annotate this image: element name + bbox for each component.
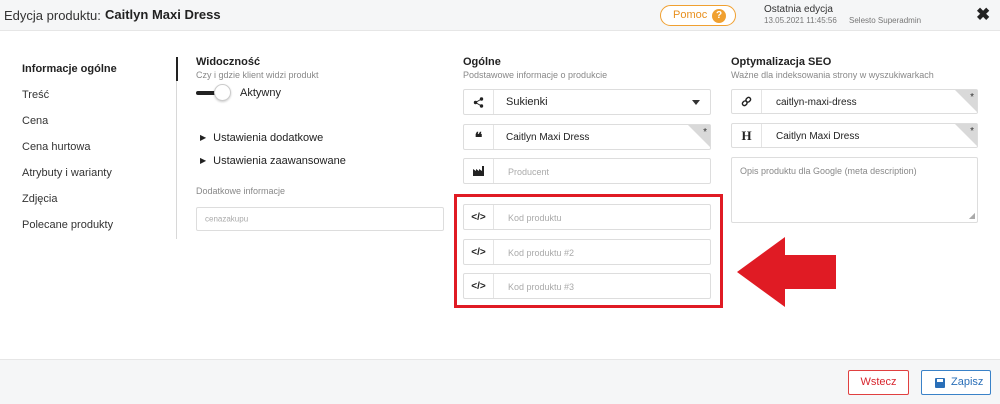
save-label: Zapisz — [951, 376, 984, 388]
product-name-field[interactable]: ❝ Caitlyn Maxi Dress * — [463, 124, 711, 150]
additional-settings-label: Ustawienia dodatkowe — [213, 132, 324, 144]
required-mark: * — [970, 126, 974, 137]
sidebar-item-general[interactable]: Informacje ogólne — [22, 63, 117, 75]
category-value: Sukienki — [506, 96, 548, 108]
caret-right-icon: ▶ — [200, 156, 207, 165]
sidebar-active-marker — [176, 57, 178, 81]
required-mark: * — [970, 92, 974, 103]
sidebar-item-attributes[interactable]: Atrybuty i warianty — [22, 167, 112, 179]
required-mark: * — [703, 127, 707, 138]
active-toggle-knob[interactable] — [214, 84, 231, 101]
product-title: Caitlyn Maxi Dress — [105, 7, 221, 22]
factory-icon — [464, 159, 494, 183]
save-button[interactable]: Zapisz — [921, 370, 991, 395]
caret-right-icon: ▶ — [200, 133, 207, 142]
quote-icon: ❝ — [464, 125, 494, 149]
sidebar-divider — [176, 57, 177, 239]
seo-slug-field[interactable]: caitlyn-maxi-dress * — [731, 89, 978, 114]
extra-info-input[interactable]: cenazakupu — [196, 207, 444, 231]
floppy-disk-icon — [935, 378, 945, 388]
heading-icon: H — [732, 124, 762, 147]
help-label: Pomoc — [673, 9, 708, 21]
advanced-settings-label: Ustawienia zaawansowane — [213, 155, 346, 167]
seo-heading-field[interactable]: H Caitlyn Maxi Dress * — [731, 123, 978, 148]
seo-slug-value: caitlyn-maxi-dress — [776, 97, 857, 108]
product-name-value: Caitlyn Maxi Dress — [506, 132, 590, 143]
producer-field[interactable]: Producent — [463, 158, 711, 184]
sidebar-item-wholesale-price[interactable]: Cena hurtowa — [22, 141, 91, 153]
back-button[interactable]: Wstecz — [848, 370, 909, 395]
extra-info-placeholder: cenazakupu — [205, 214, 249, 224]
visibility-subtitle: Czy i gdzie klient widzi produkt — [196, 70, 319, 80]
link-icon — [732, 90, 762, 113]
meta-description-textarea[interactable]: Opis produktu dla Google (meta descripti… — [731, 157, 978, 223]
chevron-down-icon — [692, 100, 700, 105]
share-icon — [464, 90, 494, 114]
close-icon[interactable]: ✖ — [976, 6, 990, 23]
last-edit-date: 13.05.2021 11:45:56 — [764, 16, 837, 25]
extra-info-label: Dodatkowe informacje — [196, 186, 286, 196]
sidebar-item-price[interactable]: Cena — [22, 115, 48, 127]
highlight-box — [454, 194, 723, 308]
last-edit-label: Ostatnia edycja — [764, 4, 833, 15]
active-toggle-label: Aktywny — [240, 87, 281, 99]
visibility-title: Widoczność — [196, 56, 261, 68]
general-subtitle: Podstawowe informacje o produkcie — [463, 70, 608, 80]
sidebar-item-photos[interactable]: Zdjęcia — [22, 193, 57, 205]
seo-heading-value: Caitlyn Maxi Dress — [776, 131, 860, 142]
help-button[interactable]: Pomoc ? — [660, 5, 736, 26]
sidebar-item-related[interactable]: Polecane produkty — [22, 219, 113, 231]
seo-title: Optymalizacja SEO — [731, 56, 832, 68]
producer-placeholder: Producent — [508, 167, 550, 177]
resize-grip-icon[interactable]: ◢ — [969, 212, 975, 220]
last-edit-user: Selesto Superadmin — [849, 16, 922, 25]
advanced-settings-expander[interactable]: ▶ Ustawienia zaawansowane — [200, 155, 346, 167]
meta-description-placeholder: Opis produktu dla Google (meta descripti… — [740, 166, 917, 176]
general-title: Ogólne — [463, 56, 501, 68]
category-select[interactable]: Sukienki — [463, 89, 711, 115]
sidebar-item-content[interactable]: Treść — [22, 89, 49, 101]
additional-settings-expander[interactable]: ▶ Ustawienia dodatkowe — [200, 132, 323, 144]
edit-label: Edycja produktu: — [4, 8, 101, 23]
help-icon: ? — [712, 9, 726, 23]
arrow-left-icon — [737, 237, 836, 307]
seo-subtitle: Ważne dla indeksowania strony w wyszukiw… — [731, 70, 934, 80]
